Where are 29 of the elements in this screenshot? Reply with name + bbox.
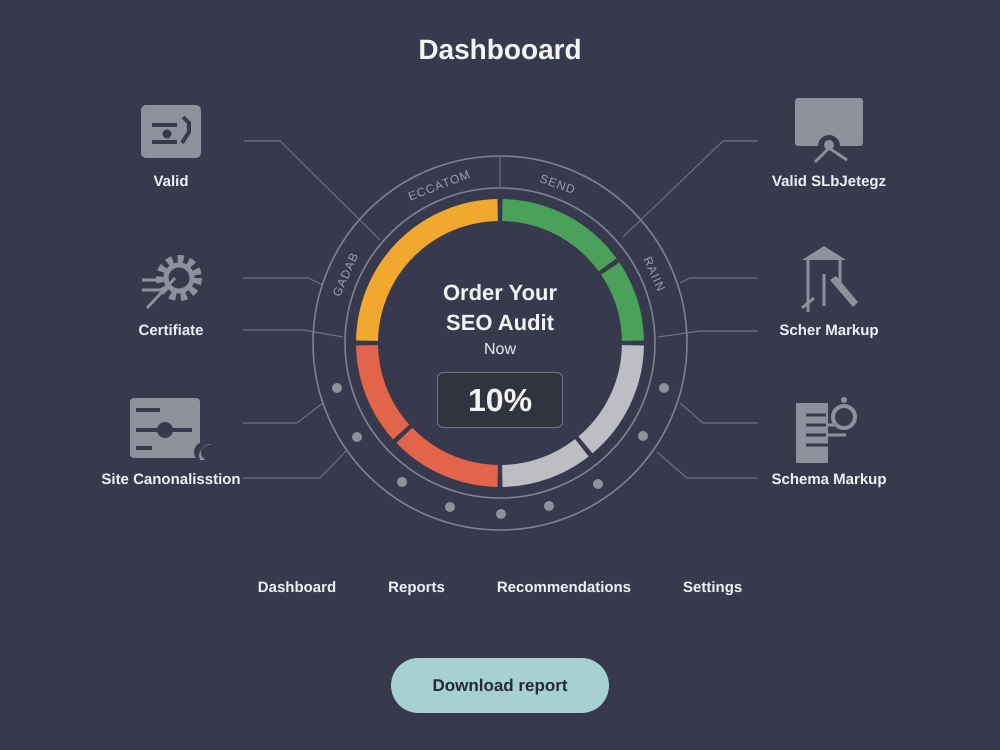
ring-label: SEND — [538, 171, 578, 198]
nav-link[interactable]: Recommendations — [496, 578, 632, 598]
subline-text: Now — [484, 340, 516, 360]
dot-icon — [638, 431, 648, 441]
feature-label: Certifiate — [138, 321, 204, 341]
dot-icon — [593, 479, 603, 489]
feature-label: Schema Markup — [771, 470, 887, 490]
dot-icon — [397, 477, 407, 487]
nav-link[interactable]: Settings — [683, 578, 742, 598]
page-title: Dashbooard — [418, 33, 582, 67]
dot-icon — [352, 432, 362, 442]
dot-icon — [332, 383, 342, 393]
score-box: 10% — [437, 372, 563, 428]
screen-icon — [795, 98, 863, 164]
dot-icon — [445, 502, 455, 512]
download-report-button[interactable]: Download report — [391, 658, 609, 713]
nav-link[interactable]: Reports — [388, 578, 445, 598]
panel-icon — [141, 104, 201, 158]
headline-text: SEO Audit — [446, 309, 554, 337]
feature-label: Valid SLbJetegz — [772, 172, 886, 192]
slider-card-icon — [130, 398, 212, 460]
dot-icon — [659, 383, 669, 393]
feature-label: Scher Markup — [779, 321, 879, 341]
feature-label: Valid — [153, 172, 189, 192]
dot-icon — [544, 501, 554, 511]
nav-link[interactable]: Dashboard — [258, 578, 336, 598]
dot-icon — [496, 509, 506, 519]
headline-text: Order Your — [442, 279, 558, 307]
feature-label: Site Canonalisstion — [101, 470, 241, 490]
